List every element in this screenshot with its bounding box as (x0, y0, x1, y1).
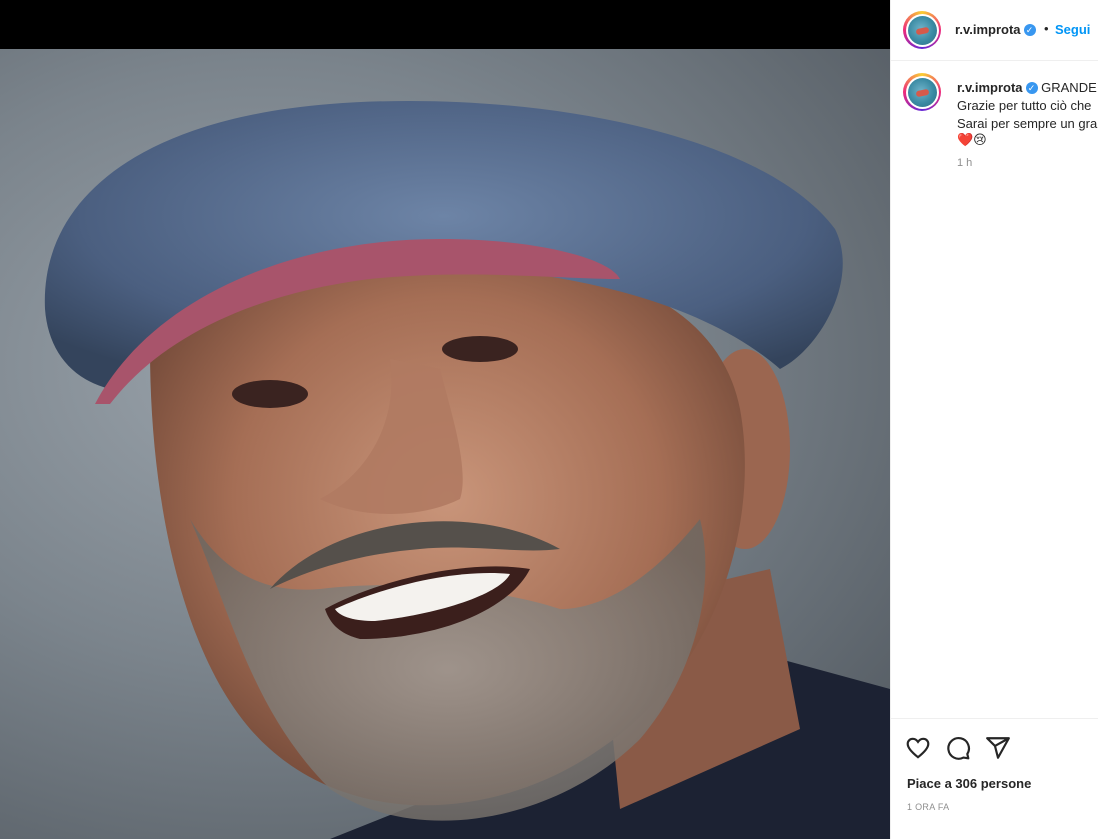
verified-badge-icon: ✓ (1025, 82, 1038, 94)
caption-username[interactable]: r.v.improta (957, 80, 1023, 95)
caption-time[interactable]: 1 h (957, 157, 972, 169)
caption-emojis: ❤️😢 (957, 132, 987, 147)
caption-first-line: r.v.improta ✓ GRANDE (957, 80, 1097, 95)
username-text[interactable]: r.v.improta (955, 22, 1021, 37)
post-image[interactable] (0, 49, 890, 839)
caption-text-line1: GRANDE (1041, 80, 1097, 95)
header-username[interactable]: r.v.improta ✓ (955, 22, 1036, 37)
verified-badge-icon: ✓ (1023, 24, 1036, 36)
heart-icon[interactable] (905, 735, 931, 761)
post-time-ago[interactable]: 1 ORA FA (907, 802, 949, 812)
follow-button[interactable]: Segui (1055, 22, 1090, 37)
media-top-bar (0, 0, 890, 49)
post-header: r.v.improta ✓ • Segui (891, 0, 1098, 61)
post-photo-illustration (44, 100, 890, 839)
likes-count[interactable]: Piace a 306 persone (907, 776, 1031, 791)
separator-dot: • (1044, 21, 1049, 36)
caption-text-line3: Sarai per sempre un gra (957, 116, 1098, 131)
caption-avatar[interactable] (903, 73, 941, 111)
post-side-panel: r.v.improta ✓ • Segui r.v.improta ✓ GRANDE… (890, 0, 1098, 839)
caption-avatar-image (907, 77, 937, 107)
avatar[interactable] (903, 11, 941, 49)
caption-text-line2: Grazie per tutto ciò che (957, 98, 1092, 113)
share-icon[interactable] (985, 735, 1011, 761)
comment-icon[interactable] (945, 735, 971, 761)
avatar-image (907, 15, 937, 45)
post-actions: Piace a 306 persone 1 ORA FA (891, 718, 1098, 840)
